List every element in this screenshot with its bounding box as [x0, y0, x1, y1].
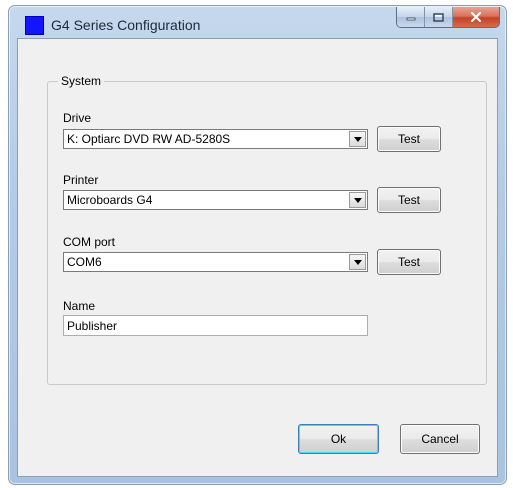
printer-select[interactable]: Microboards G4	[63, 190, 368, 210]
com-port-select-value: COM6	[67, 255, 102, 269]
drive-select-value: K: Optiarc DVD RW AD-5280S	[67, 132, 231, 146]
printer-dropdown-button[interactable]	[349, 192, 366, 208]
com-port-select[interactable]: COM6	[63, 252, 368, 272]
drive-label: Drive	[63, 111, 92, 125]
caption-buttons	[396, 7, 500, 28]
drive-test-button[interactable]: Test	[377, 126, 441, 152]
com-port-dropdown-button[interactable]	[349, 254, 366, 270]
drive-select[interactable]: K: Optiarc DVD RW AD-5280S	[63, 129, 368, 149]
dialog-window: G4 Series Configuration System Drive K: …	[8, 5, 507, 485]
com-port-label: COM port	[63, 235, 116, 249]
name-label: Name	[63, 299, 96, 313]
maximize-icon	[433, 12, 444, 22]
system-group-label: System	[58, 74, 105, 88]
com-port-test-button[interactable]: Test	[377, 249, 441, 275]
system-groupbox: System Drive K: Optiarc DVD RW AD-5280S …	[47, 74, 487, 385]
minimize-icon	[406, 17, 415, 21]
ok-button[interactable]: Ok	[298, 424, 379, 454]
name-input-value: Publisher	[67, 319, 118, 333]
printer-test-button[interactable]: Test	[377, 187, 441, 213]
drive-dropdown-button[interactable]	[349, 131, 366, 147]
maximize-button[interactable]	[425, 7, 453, 27]
title-bar[interactable]: G4 Series Configuration	[9, 6, 506, 38]
name-input[interactable]: Publisher	[63, 315, 368, 336]
printer-label: Printer	[63, 173, 99, 187]
close-icon	[470, 12, 482, 22]
minimize-button[interactable]	[397, 7, 425, 27]
app-icon	[25, 16, 44, 35]
printer-select-value: Microboards G4	[67, 193, 153, 207]
chevron-down-icon	[353, 259, 362, 265]
chevron-down-icon	[353, 136, 362, 142]
cancel-button[interactable]: Cancel	[400, 424, 480, 454]
dialog-client-area: System Drive K: Optiarc DVD RW AD-5280S …	[17, 38, 498, 477]
window-title: G4 Series Configuration	[51, 17, 201, 33]
chevron-down-icon	[353, 197, 362, 203]
close-button[interactable]	[453, 7, 499, 27]
